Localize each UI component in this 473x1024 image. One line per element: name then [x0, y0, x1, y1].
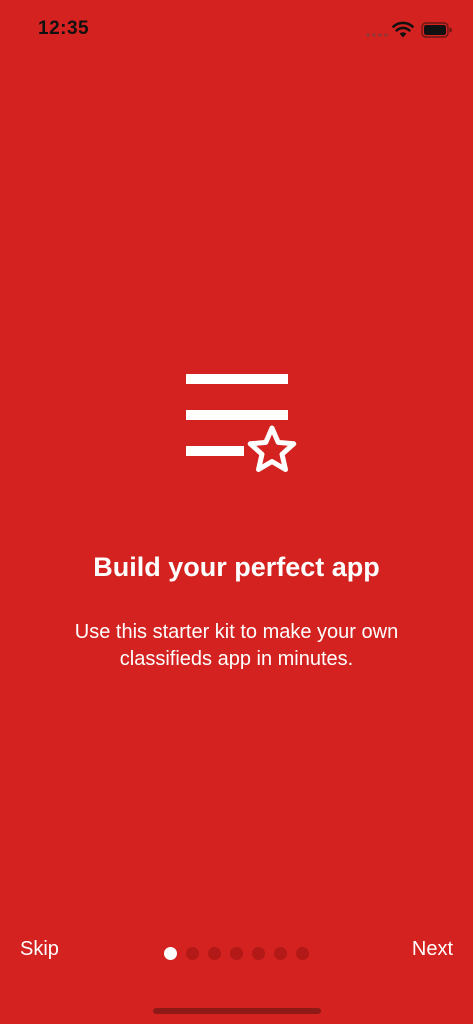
page-dot[interactable] [230, 947, 243, 960]
onboarding-screen: 12:35 Build your perfect app Use this st… [0, 0, 473, 1024]
page-indicator[interactable] [164, 947, 309, 960]
list-star-icon [186, 374, 297, 472]
battery-icon [421, 22, 452, 38]
page-dot[interactable] [208, 947, 221, 960]
status-bar: 12:35 [0, 0, 473, 60]
onboarding-subtitle: Use this starter kit to make your own cl… [74, 621, 399, 670]
page-dot[interactable] [252, 947, 265, 960]
status-time: 12:35 [38, 18, 90, 39]
page-dot[interactable] [274, 947, 287, 960]
next-button[interactable]: Next [412, 938, 453, 961]
home-indicator[interactable] [153, 1008, 321, 1014]
wifi-icon [392, 21, 414, 38]
page-dot[interactable] [296, 947, 309, 960]
onboarding-title: Build your perfect app [93, 552, 380, 582]
page-dot[interactable] [186, 947, 199, 960]
skip-button[interactable]: Skip [20, 938, 59, 961]
page-dot-active[interactable] [164, 947, 177, 960]
signal-dots-icon [366, 33, 388, 37]
